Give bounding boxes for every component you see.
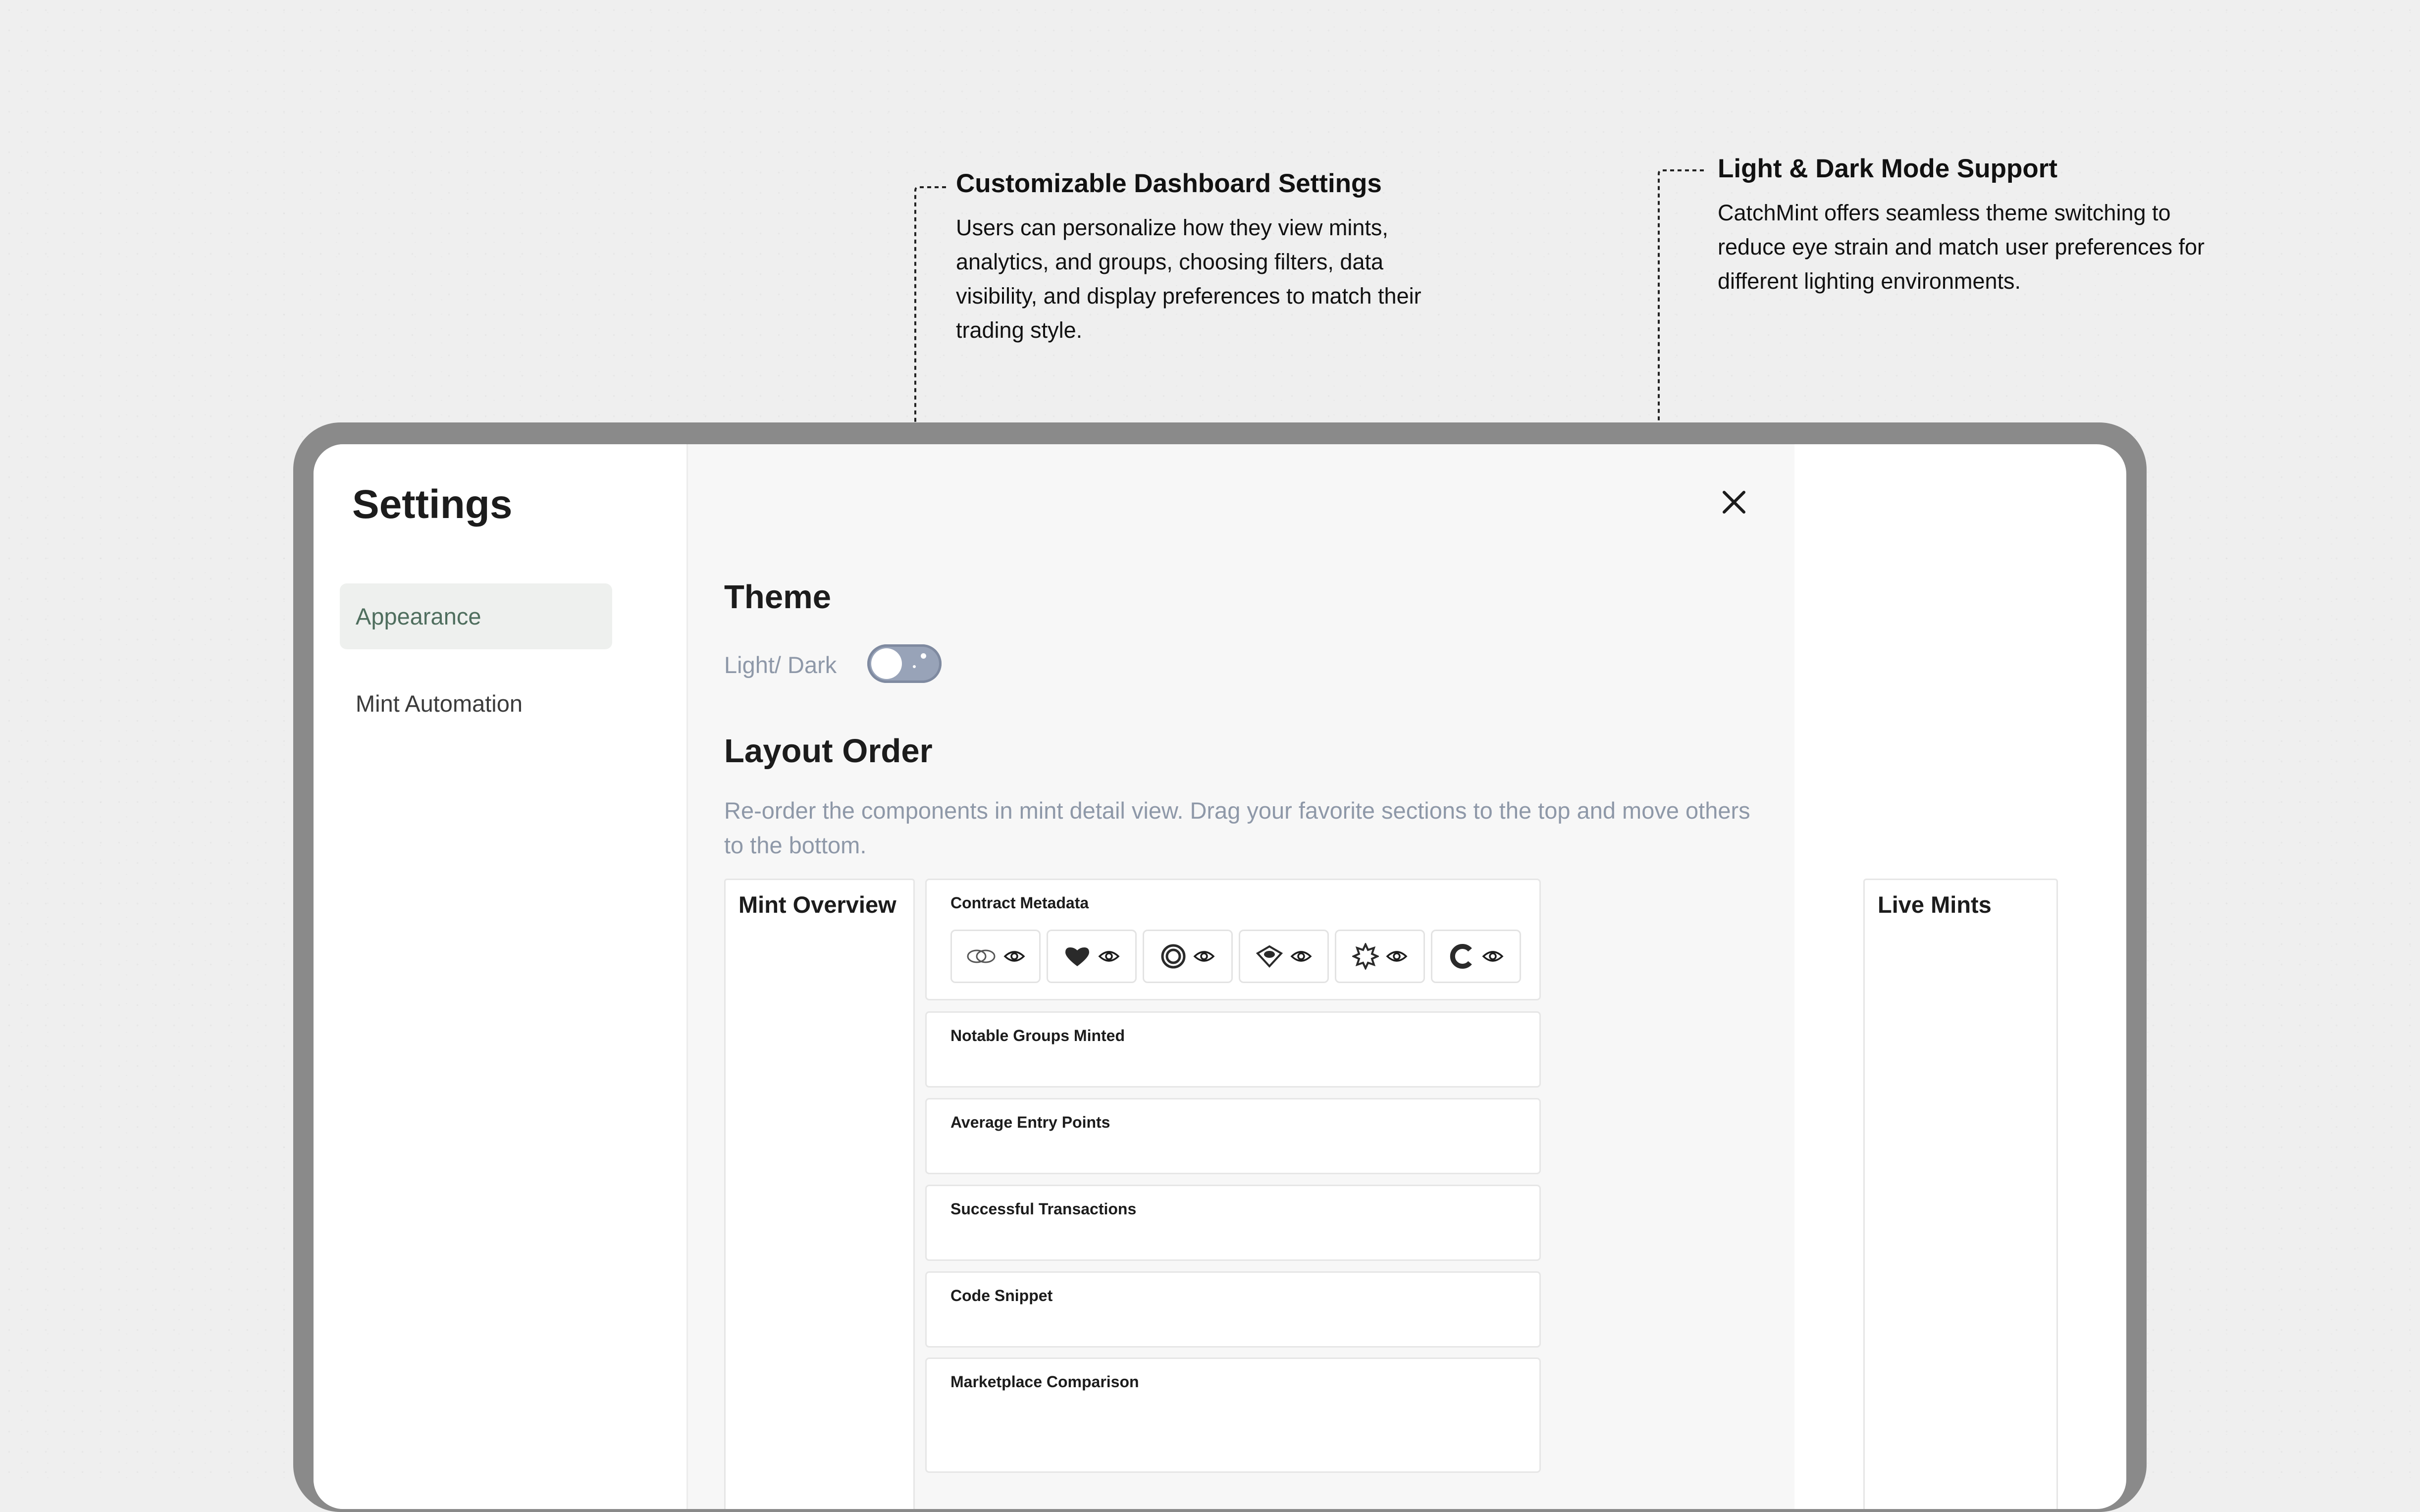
annotation-title: Customizable Dashboard Settings [956,169,1382,198]
layout-card-code-snippet[interactable]: Code Snippet [925,1271,1541,1348]
card-title: Notable Groups Minted [950,1027,1125,1044]
live-mints-column[interactable]: Live Mints [1863,879,2058,1509]
sidebar-item-appearance[interactable]: Appearance [340,583,612,649]
eye-icon [1003,951,1025,962]
toggle-star-icon [921,653,926,659]
card-title: Code Snippet [950,1287,1053,1304]
column-title: Mint Overview [738,891,896,918]
eye-icon [1098,951,1120,962]
card-title: Successful Transactions [950,1200,1137,1218]
annotation-body: Users can personalize how they view mint… [956,215,1421,343]
magic-eden-icon [1065,947,1089,966]
magic-eden-visibility-toggle[interactable] [1047,930,1137,983]
mint-overview-column[interactable]: Mint Overview [724,879,915,1509]
theme-toggle[interactable] [867,644,942,683]
annotation-title: Light & Dark Mode Support [1718,154,2058,183]
theme-toggle-label: Light/ Dark [724,652,837,678]
layout-order-heading: Layout Order [724,732,933,770]
settings-content: Theme Light/ Dark Layout Order Re-order … [688,444,2058,1509]
eye-icon [1386,951,1408,962]
layout-card-marketplace-comparison[interactable]: Marketplace Comparison [925,1357,1541,1473]
coinbase-visibility-toggle[interactable] [1431,930,1521,983]
blur-icon [1161,944,1186,969]
looksrare-icon [1256,945,1283,968]
sidebar: Settings Appearance Mint Automation [314,444,688,1509]
opensea-icon [967,949,996,963]
toggle-star-icon [913,665,916,668]
x2y2-visibility-toggle[interactable] [1335,930,1425,983]
close-icon [1723,491,1745,514]
card-title: Marketplace Comparison [950,1373,1139,1391]
annotation-dashboard-settings: Customizable Dashboard Settings Users ca… [956,168,1441,347]
layout-card-successful-transactions[interactable]: Successful Transactions [925,1185,1541,1261]
eye-icon [1482,951,1504,962]
settings-window: Settings Appearance Mint Automation Them… [314,444,2126,1509]
metadata-icon-row [950,930,1521,983]
sidebar-item-mint-automation[interactable]: Mint Automation [340,671,612,736]
eye-icon [1290,951,1312,962]
column-title: Live Mints [1878,891,1992,918]
opensea-visibility-toggle[interactable] [950,930,1041,983]
card-title: Contract Metadata [950,894,1089,912]
theme-heading: Theme [724,578,831,616]
layout-order-description: Re-order the components in mint detail v… [724,797,1750,858]
eye-icon [1193,951,1215,962]
x2y2-icon [1352,943,1379,970]
close-button[interactable] [1718,486,1750,518]
card-title: Average Entry Points [950,1113,1110,1131]
annotation-body: CatchMint offers seamless theme switchin… [1718,200,2205,294]
toggle-knob [871,648,902,679]
layout-card-contract-metadata[interactable]: Contract Metadata [925,879,1541,1000]
annotation-theme-mode: Light & Dark Mode Support CatchMint offe… [1718,154,2213,298]
page-title: Settings [352,482,513,527]
looksrare-visibility-toggle[interactable] [1239,930,1329,983]
layout-card-notable-groups[interactable]: Notable Groups Minted [925,1011,1541,1088]
coinbase-icon [1450,944,1472,969]
blur-visibility-toggle[interactable] [1143,930,1233,983]
layout-card-average-entry-points[interactable]: Average Entry Points [925,1098,1541,1174]
